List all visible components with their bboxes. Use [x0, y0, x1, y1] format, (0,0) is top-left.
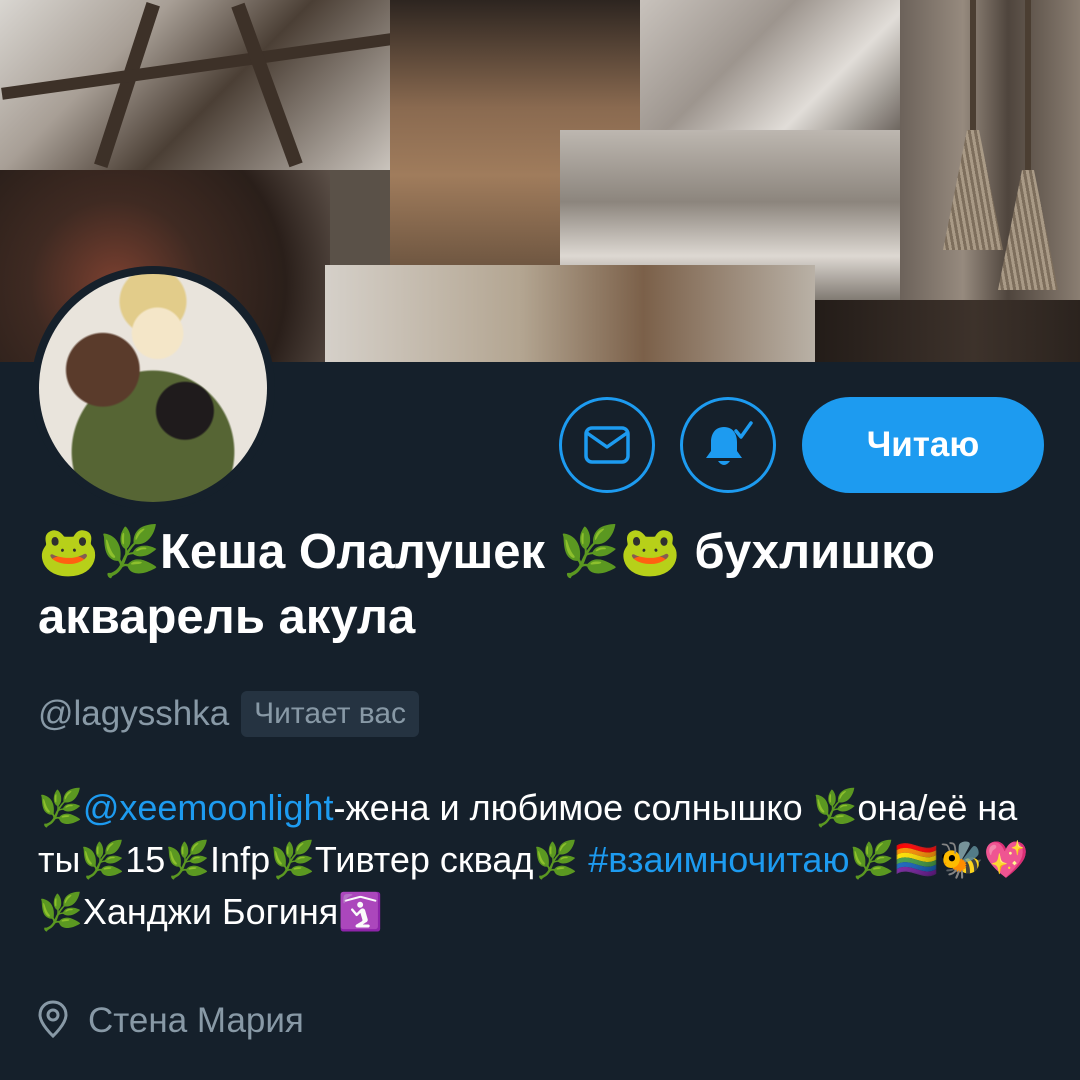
user-handle: @lagysshka	[38, 694, 230, 733]
location-pin-icon	[38, 999, 68, 1043]
follows-you-badge: Читает вас	[241, 691, 420, 737]
bio-mention-link[interactable]: @xeemoonlight	[83, 787, 334, 828]
banner-collage-tile	[0, 0, 400, 170]
following-button[interactable]: Читаю	[802, 397, 1044, 493]
bell-check-icon	[702, 419, 754, 471]
location-row: Стена Мария	[38, 995, 304, 1047]
bio-hashtag-link[interactable]: #взаимночитаю	[588, 839, 849, 880]
location-text: Стена Мария	[88, 1001, 304, 1040]
avatar[interactable]	[31, 266, 275, 510]
profile-bio: 🌿@xeemoonlight-жена и любимое солнышко 🌿…	[38, 782, 1048, 938]
banner-collage-tile	[640, 0, 900, 130]
display-name: 🐸🌿Кеша Олалушек 🌿🐸 бухлишко акварель аку…	[38, 525, 935, 644]
banner-collage-tile	[325, 265, 815, 362]
message-button[interactable]	[559, 397, 655, 493]
bio-prefix: 🌿	[38, 787, 83, 828]
notifications-button[interactable]	[680, 397, 776, 493]
banner-collage-tile	[815, 300, 1080, 362]
handle-row: @lagysshka Читает вас	[38, 688, 420, 740]
envelope-icon	[583, 425, 631, 465]
avatar-image	[39, 274, 267, 502]
